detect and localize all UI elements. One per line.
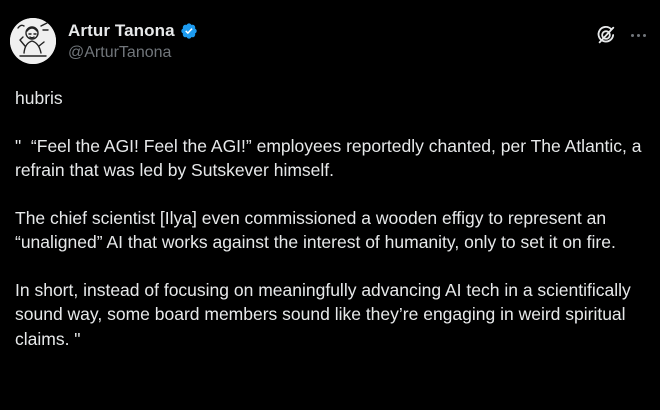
tweet-paragraph: hubris xyxy=(15,88,63,108)
more-dot xyxy=(636,33,640,37)
tweet-header: Artur Tanona @ArturTanona xyxy=(10,14,650,74)
verified-badge-icon[interactable] xyxy=(180,22,198,40)
tweet-paragraph: " “Feel the AGI! Feel the AGI!” employee… xyxy=(15,135,647,181)
tweet-text: hubris " “Feel the AGI! Feel the AGI!” e… xyxy=(15,86,650,351)
avatar-sketch-image xyxy=(10,18,56,64)
more-dot xyxy=(630,33,634,37)
author-handle[interactable]: @ArturTanona xyxy=(68,44,198,62)
more-dot xyxy=(642,33,646,37)
author-info: Artur Tanona @ArturTanona xyxy=(68,20,198,62)
tweet-paragraph: The chief scientist [Ilya] even commissi… xyxy=(15,207,616,253)
display-name[interactable]: Artur Tanona xyxy=(68,21,175,41)
tweet-paragraph: In short, instead of focusing on meaning… xyxy=(15,279,636,349)
grok-icon[interactable] xyxy=(595,24,617,46)
name-row: Artur Tanona xyxy=(68,20,198,42)
more-icon[interactable] xyxy=(626,24,650,46)
avatar[interactable] xyxy=(10,18,56,64)
